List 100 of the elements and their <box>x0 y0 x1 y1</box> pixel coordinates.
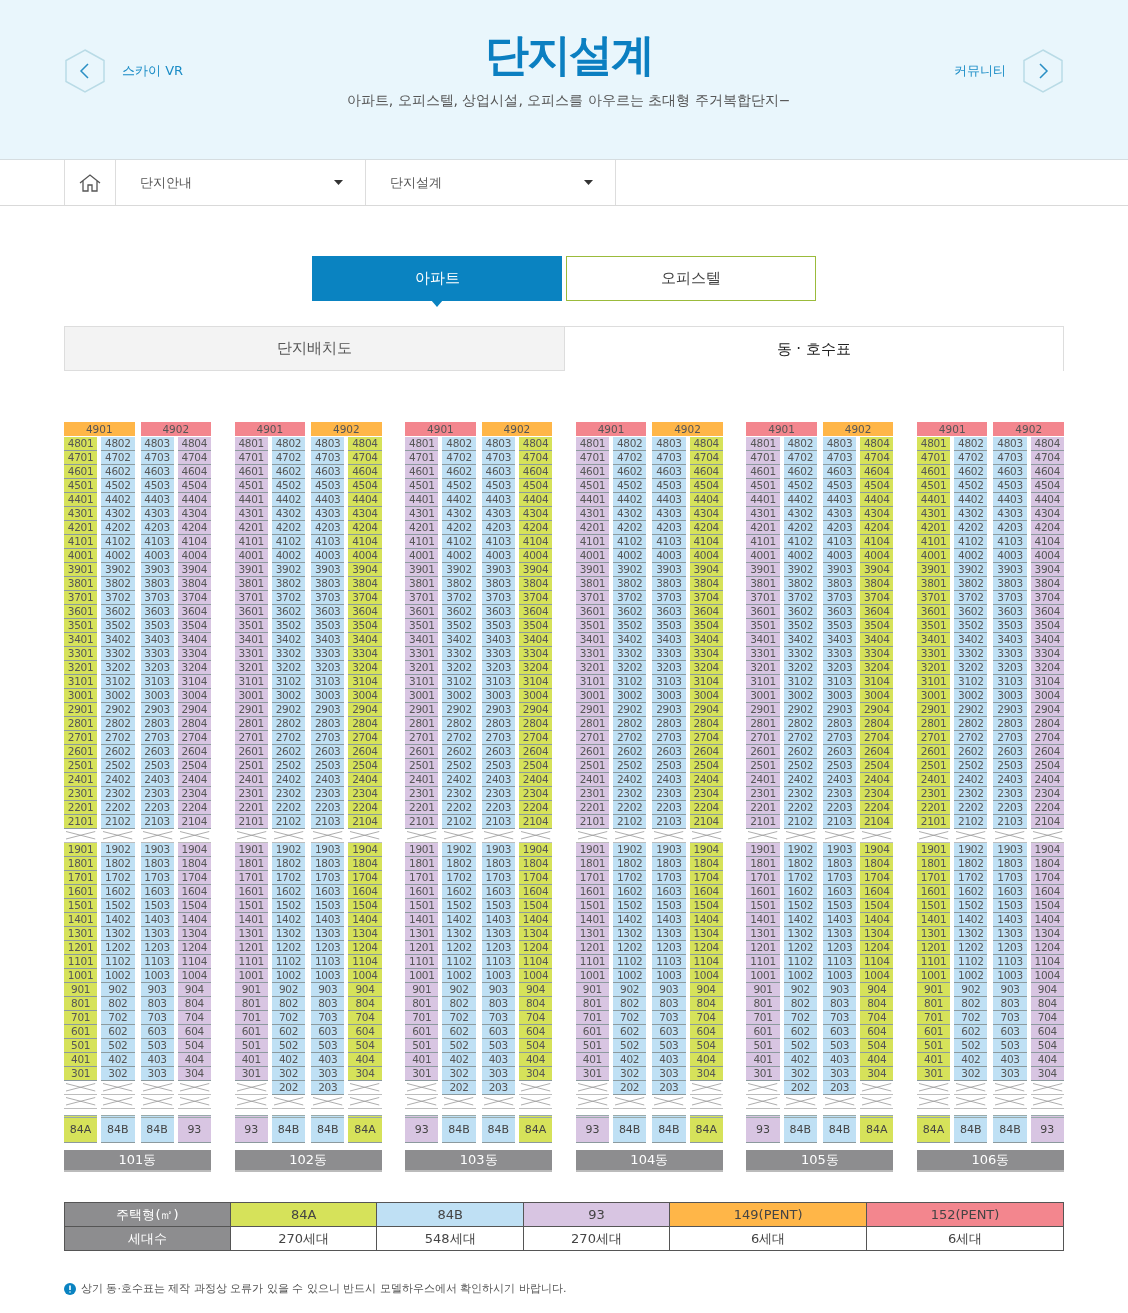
unit-cell: 4701 <box>746 451 780 465</box>
unit-cell: 1501 <box>575 899 610 913</box>
unit-cell: 3301 <box>64 647 98 661</box>
unit-cell: 4601 <box>746 465 780 479</box>
cross-mark-icon <box>348 1081 382 1095</box>
unit-cell: 2302 <box>783 787 817 801</box>
unit-cell: 4501 <box>234 479 268 493</box>
cross-mark-icon <box>689 1095 723 1109</box>
unit-cell: 1404 <box>860 913 894 927</box>
unit-cell: 1703 <box>481 871 515 885</box>
unit-cell: 903 <box>652 983 686 997</box>
unit-cell: 1301 <box>746 927 780 941</box>
unit-cell: 1303 <box>481 927 515 941</box>
unit-cell: 4301 <box>405 507 439 521</box>
unit-cell: 2104 <box>518 815 553 829</box>
unit-cell: 2901 <box>405 703 439 717</box>
unit-cell: 4203 <box>652 521 686 535</box>
unit-cell: 302 <box>442 1067 476 1081</box>
unit-cell: 4804 <box>689 437 723 451</box>
unit-cell: 1904 <box>518 843 553 857</box>
unit-cell: 2602 <box>271 745 306 759</box>
unit-cell: 3203 <box>822 661 857 675</box>
unit-cell: 301 <box>575 1067 610 1081</box>
tab[interactable]: 오피스텔 <box>566 256 816 301</box>
penthouse-cell: 4901 <box>64 422 135 437</box>
unit-cell: 2901 <box>916 703 951 717</box>
unit-cell: 4102 <box>613 535 647 549</box>
unit-cell: 501 <box>575 1039 610 1053</box>
unit-cell: 602 <box>954 1025 988 1039</box>
unit-cell: 2202 <box>271 801 306 815</box>
unit-cell: 2402 <box>442 773 476 787</box>
prev-link[interactable]: 스카이 VR <box>64 48 184 94</box>
unit-cell: 2204 <box>1030 801 1064 815</box>
unit-cell: 3204 <box>518 661 553 675</box>
unit-cell: 502 <box>954 1039 988 1053</box>
unit-cell: 3101 <box>916 675 951 689</box>
unit-cell: 4801 <box>234 437 268 451</box>
unit-cell: 4001 <box>746 549 780 563</box>
unit-cell: 903 <box>311 983 345 997</box>
unit-cell: 3103 <box>652 675 686 689</box>
unit-cell: 1903 <box>822 843 857 857</box>
unit-cell: 3003 <box>993 689 1027 703</box>
unit-cell: 2601 <box>916 745 951 759</box>
unit-cell: 3602 <box>442 605 476 619</box>
next-link[interactable]: 커뮤니티 <box>954 48 1064 94</box>
unit-cell: 4301 <box>916 507 951 521</box>
unit-cell: 2801 <box>916 717 951 731</box>
unit-cell: 4001 <box>405 549 439 563</box>
unit-cell: 4304 <box>348 507 382 521</box>
unit-cell: 1804 <box>518 857 553 871</box>
sub-tab[interactable]: 단지배치도 <box>64 327 565 371</box>
unit-cell: 4003 <box>652 549 686 563</box>
unit-cell: 4402 <box>613 493 647 507</box>
unit-cell: 3001 <box>234 689 268 703</box>
unit-cell: 1802 <box>613 857 647 871</box>
unit-cell: 3001 <box>746 689 780 703</box>
unit-cell: 2901 <box>234 703 268 717</box>
unit-cell: 801 <box>916 997 951 1011</box>
unit-cell: 3001 <box>916 689 951 703</box>
unit-cell: 904 <box>348 983 382 997</box>
unit-cell: 2703 <box>652 731 686 745</box>
unit-cell: 1003 <box>481 969 515 983</box>
unit-cell: 1801 <box>916 857 951 871</box>
unit-type-label: 93 <box>746 1115 780 1143</box>
breadcrumb-dropdown[interactable]: 단지설계 <box>366 160 616 205</box>
unit-cell: 4704 <box>177 451 211 465</box>
unit-cell: 304 <box>689 1067 723 1081</box>
unit-cell: 3402 <box>783 633 817 647</box>
unit-cell: 3203 <box>481 661 515 675</box>
unit-cell: 4303 <box>311 507 345 521</box>
unit-cell: 1703 <box>652 871 686 885</box>
cross-mark-icon <box>916 1081 951 1095</box>
unit-cell: 4202 <box>613 521 647 535</box>
unit-cell: 3303 <box>140 647 174 661</box>
unit-cell: 1901 <box>64 843 98 857</box>
unit-cell: 3004 <box>177 689 211 703</box>
unit-cell: 2802 <box>442 717 476 731</box>
unit-cell: 2804 <box>177 717 211 731</box>
home-icon[interactable] <box>79 172 101 193</box>
breadcrumb-dropdown[interactable]: 단지안내 <box>116 160 366 205</box>
unit-cell: 4603 <box>993 465 1027 479</box>
unit-cell: 803 <box>481 997 515 1011</box>
unit-cell: 4104 <box>177 535 211 549</box>
unit-cell: 704 <box>177 1011 211 1025</box>
unit-cell: 1904 <box>177 843 211 857</box>
unit-cell: 804 <box>860 997 894 1011</box>
unit-cell: 3902 <box>271 563 306 577</box>
unit-cell: 1201 <box>916 941 951 955</box>
unit-cell: 4704 <box>348 451 382 465</box>
unit-cell: 703 <box>652 1011 686 1025</box>
unit-type-label: 84B <box>954 1115 988 1143</box>
unit-cell: 1101 <box>234 955 268 969</box>
unit-cell: 2703 <box>481 731 515 745</box>
unit-cell: 803 <box>140 997 174 1011</box>
unit-cell: 2904 <box>177 703 211 717</box>
unit-cell: 404 <box>348 1053 382 1067</box>
unit-cell: 3104 <box>860 675 894 689</box>
unit-cell: 501 <box>746 1039 780 1053</box>
unit-cell: 3503 <box>993 619 1027 633</box>
unit-cell: 602 <box>101 1025 135 1039</box>
